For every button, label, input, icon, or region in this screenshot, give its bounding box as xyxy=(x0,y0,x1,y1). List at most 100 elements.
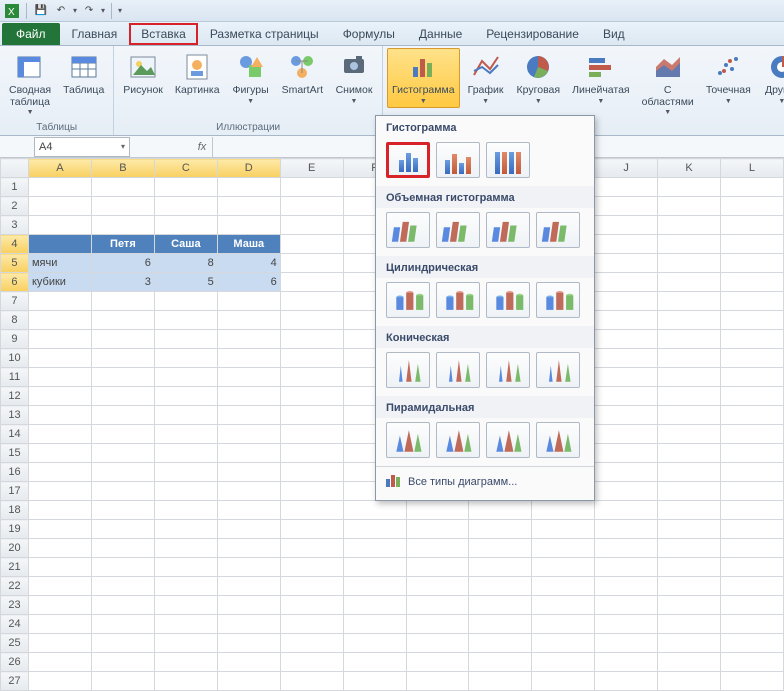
cell-A5[interactable]: мячи xyxy=(28,254,91,273)
cell-J25[interactable] xyxy=(595,634,658,653)
cell-E19[interactable] xyxy=(280,520,343,539)
cell-C12[interactable] xyxy=(154,387,217,406)
cell-A27[interactable] xyxy=(28,672,91,691)
cell-B9[interactable] xyxy=(91,330,154,349)
cell-E10[interactable] xyxy=(280,349,343,368)
smartart-button[interactable]: SmartArt xyxy=(277,48,328,100)
cell-B22[interactable] xyxy=(91,577,154,596)
cell-B25[interactable] xyxy=(91,634,154,653)
cell-F23[interactable] xyxy=(343,596,406,615)
cell-D16[interactable] xyxy=(217,463,280,482)
cell-E23[interactable] xyxy=(280,596,343,615)
chart-option[interactable] xyxy=(436,282,480,318)
cell-H19[interactable] xyxy=(469,520,532,539)
cell-D1[interactable] xyxy=(217,178,280,197)
cell-G24[interactable] xyxy=(406,615,469,634)
cell-E27[interactable] xyxy=(280,672,343,691)
cell-B16[interactable] xyxy=(91,463,154,482)
cell-L4[interactable] xyxy=(720,235,783,254)
cell-G21[interactable] xyxy=(406,558,469,577)
save-icon[interactable]: 💾 xyxy=(33,3,49,19)
cell-D20[interactable] xyxy=(217,539,280,558)
cell-D19[interactable] xyxy=(217,520,280,539)
cell-J18[interactable] xyxy=(595,501,658,520)
column-header-D[interactable]: D xyxy=(217,159,280,178)
other-chart-button[interactable]: Другие▼ xyxy=(758,48,784,108)
cell-B10[interactable] xyxy=(91,349,154,368)
cell-A12[interactable] xyxy=(28,387,91,406)
cell-G26[interactable] xyxy=(406,653,469,672)
cell-C13[interactable] xyxy=(154,406,217,425)
cell-L19[interactable] xyxy=(720,520,783,539)
cell-K16[interactable] xyxy=(658,463,721,482)
cell-E16[interactable] xyxy=(280,463,343,482)
cell-E8[interactable] xyxy=(280,311,343,330)
cell-K11[interactable] xyxy=(658,368,721,387)
cell-K6[interactable] xyxy=(658,273,721,292)
chart-option[interactable] xyxy=(536,212,580,248)
row-header-7[interactable]: 7 xyxy=(1,292,29,311)
cell-C17[interactable] xyxy=(154,482,217,501)
cell-J12[interactable] xyxy=(595,387,658,406)
cell-E9[interactable] xyxy=(280,330,343,349)
cell-L13[interactable] xyxy=(720,406,783,425)
select-all-corner[interactable] xyxy=(1,159,29,178)
cell-E25[interactable] xyxy=(280,634,343,653)
cell-B18[interactable] xyxy=(91,501,154,520)
cell-J3[interactable] xyxy=(595,216,658,235)
cell-C14[interactable] xyxy=(154,425,217,444)
cell-H26[interactable] xyxy=(469,653,532,672)
chart-option[interactable] xyxy=(486,212,530,248)
cell-J15[interactable] xyxy=(595,444,658,463)
cell-A21[interactable] xyxy=(28,558,91,577)
cell-K4[interactable] xyxy=(658,235,721,254)
clipart-button[interactable]: Картинка xyxy=(170,48,225,100)
cell-F19[interactable] xyxy=(343,520,406,539)
cell-K5[interactable] xyxy=(658,254,721,273)
undo-icon[interactable]: ↶ xyxy=(53,3,69,19)
cell-E6[interactable] xyxy=(280,273,343,292)
row-header-1[interactable]: 1 xyxy=(1,178,29,197)
cell-D6[interactable]: 6 xyxy=(217,273,280,292)
cell-A3[interactable] xyxy=(28,216,91,235)
cell-K22[interactable] xyxy=(658,577,721,596)
tab-вид[interactable]: Вид xyxy=(591,23,637,45)
cell-J21[interactable] xyxy=(595,558,658,577)
tab-рецензирование[interactable]: Рецензирование xyxy=(474,23,591,45)
chart-option[interactable] xyxy=(386,422,430,458)
cell-E14[interactable] xyxy=(280,425,343,444)
cell-K3[interactable] xyxy=(658,216,721,235)
cell-E21[interactable] xyxy=(280,558,343,577)
cell-C7[interactable] xyxy=(154,292,217,311)
cell-A1[interactable] xyxy=(28,178,91,197)
cell-K15[interactable] xyxy=(658,444,721,463)
shapes-button[interactable]: Фигуры▼ xyxy=(227,48,275,108)
tab-вставка[interactable]: Вставка xyxy=(129,23,198,45)
cell-A2[interactable] xyxy=(28,197,91,216)
cell-C19[interactable] xyxy=(154,520,217,539)
scatter-chart-button[interactable]: Точечная▼ xyxy=(701,48,756,108)
cell-C25[interactable] xyxy=(154,634,217,653)
cell-J22[interactable] xyxy=(595,577,658,596)
cell-E20[interactable] xyxy=(280,539,343,558)
cell-D17[interactable] xyxy=(217,482,280,501)
cell-G23[interactable] xyxy=(406,596,469,615)
line-chart-button[interactable]: График▼ xyxy=(462,48,510,108)
row-header-11[interactable]: 11 xyxy=(1,368,29,387)
cell-F22[interactable] xyxy=(343,577,406,596)
cell-A13[interactable] xyxy=(28,406,91,425)
column-header-C[interactable]: C xyxy=(154,159,217,178)
row-header-17[interactable]: 17 xyxy=(1,482,29,501)
cell-J26[interactable] xyxy=(595,653,658,672)
column-header-J[interactable]: J xyxy=(595,159,658,178)
cell-D7[interactable] xyxy=(217,292,280,311)
chart-option[interactable] xyxy=(386,282,430,318)
cell-A20[interactable] xyxy=(28,539,91,558)
cell-G18[interactable] xyxy=(406,501,469,520)
cell-L25[interactable] xyxy=(720,634,783,653)
cell-C6[interactable]: 5 xyxy=(154,273,217,292)
cell-E26[interactable] xyxy=(280,653,343,672)
cell-I22[interactable] xyxy=(532,577,595,596)
row-header-23[interactable]: 23 xyxy=(1,596,29,615)
chart-option[interactable] xyxy=(536,352,580,388)
